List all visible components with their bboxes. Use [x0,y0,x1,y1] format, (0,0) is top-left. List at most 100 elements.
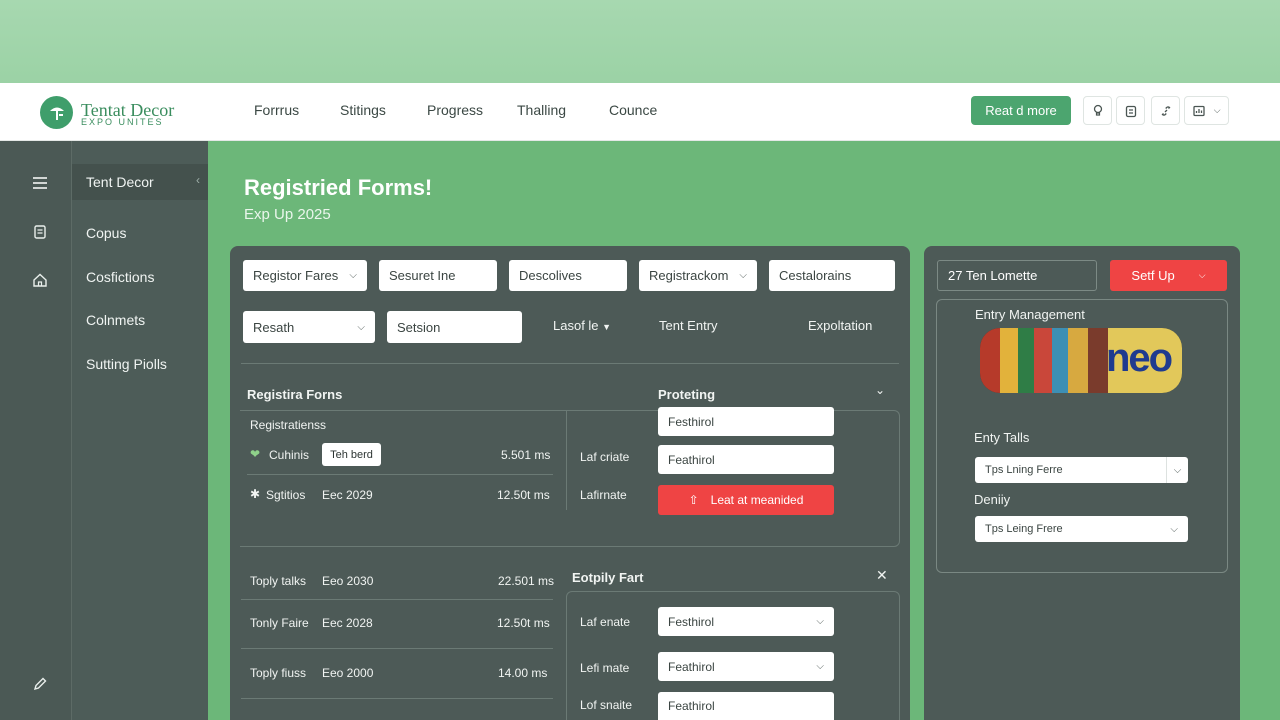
chevron-down-icon: ⌵ [1198,270,1206,280]
lower-row-date: Eeo 2030 [322,574,374,588]
close-icon[interactable]: ✕ [876,567,888,584]
lower-row-value: 14.00 ms [498,666,548,680]
filter-registor-fares[interactable]: Registor Fares ⌵ [243,260,367,291]
edit-icon[interactable] [28,672,52,696]
select-value: Tps Leing Frere [985,523,1063,535]
nav-item-forms[interactable]: Forrrus [254,102,299,118]
input-value: 27 Ten Lomette [948,268,1038,283]
nav-item-progress[interactable]: Progress [427,102,483,118]
bulb-icon[interactable] [1083,96,1112,125]
sidebar-item-copus[interactable]: Copus [86,225,126,241]
nav-item-counce[interactable]: Counce [609,102,657,118]
reg-row-name: Cuhinis [269,448,310,462]
field-label: Lof snaite [580,698,633,712]
nav-item-thalling[interactable]: Thalling [517,102,566,118]
status-badge[interactable]: Teh berd [322,443,381,466]
sidebar-item-colnmets[interactable]: Colnmets [86,312,145,328]
select-value: Feathirol [668,699,715,713]
protecting-input-2[interactable]: Feathirol [658,445,834,474]
chevron-down-icon: ⌵ [1170,523,1178,535]
sort-label: Lasof le [553,318,599,333]
lower-row-value: 12.50t ms [497,616,550,630]
sidebar-item-cosfictions[interactable]: Cosfictions [86,269,154,285]
heart-icon: ❤ [250,447,261,461]
input-value: Festhirol [668,414,715,429]
filter-resath[interactable]: Resath ⌵ [243,311,375,343]
column-expoltation[interactable]: Expoltation [808,318,872,333]
divider [241,363,899,364]
sort-dropdown[interactable]: Lasof le ▼ [553,318,611,333]
filter-cestalorains[interactable]: Cestalorains [769,260,895,291]
registration-section-title: Registira Forns [247,387,343,402]
collapse-chevron-icon[interactable]: ‹ [196,173,200,187]
lower-row-name: Tonly Faire [250,616,309,630]
brand-logo-icon[interactable] [40,96,73,129]
reg-row-date: Eec 2029 [322,488,373,502]
select-value: Tps Lning Ferre [985,464,1063,476]
button-label: Leat at meanided [710,493,804,507]
sidebar: Tent Decor ‹ Copus Cosfictions Colnmets … [72,141,208,720]
upload-icon: ⇧ [688,493,699,507]
chevron-down-icon: ⌵ [349,270,357,281]
lower-row-date: Eec 2028 [322,616,373,630]
chevron-down-icon: ⌵ [816,661,824,672]
top-navbar: Tentat Decor EXPO UNITES Forrrus Stiting… [0,83,1280,141]
link-icon[interactable] [1151,96,1180,125]
page-title: Registried Forms! [244,175,433,200]
column-tent-entry[interactable]: Tent Entry [659,318,718,333]
divider-vertical [566,410,567,510]
density-select[interactable]: Tps Leing Frere ⌵ [975,516,1188,542]
filter-setsion[interactable]: Setsion [387,311,522,343]
field-label: Lafirnate [580,488,627,502]
setup-button[interactable]: Setf Up ⌵ [1110,260,1227,291]
document-icon[interactable] [28,220,52,244]
home-icon[interactable] [28,268,52,292]
field-label: Lefi mate [580,661,630,675]
chevron-down-icon: ⌵ [739,270,747,281]
lower-row-date: Eeo 2000 [322,666,374,680]
nav-item-settings[interactable]: Stitings [340,102,386,118]
chevron-down-icon: ⌵ [1166,457,1188,483]
employ-section-title: Eotpily Fart [572,570,644,585]
chevron-down-icon[interactable]: ⌄ [875,383,885,397]
sidebar-item-label: Tent Decor [86,174,154,190]
gear-icon: ✱ [250,487,261,501]
filter-label: Registrackom [649,268,729,283]
brand-tagline: EXPO UNITES [81,117,164,127]
reg-row-name: Sgtitios [266,488,306,502]
entry-tails-select[interactable]: Tps Lning Ferre ⌵ [975,457,1188,483]
protecting-section-title: Proteting [658,387,716,402]
filter-sesuret-ine[interactable]: Sesuret Ine [379,260,497,291]
button-label: Setf Up [1131,268,1175,283]
read-more-button[interactable]: Reat d more [971,96,1071,125]
location-input[interactable]: 27 Ten Lomette [937,260,1097,291]
chevron-down-icon: ⌵ [816,616,824,627]
image-overlay-text: neo [1106,336,1173,380]
sidebar-item-sutting-piolls[interactable]: Sutting Piolls [86,356,167,372]
select-value: Festhirol [668,614,715,629]
entry-management-title: Entry Management [975,307,1085,322]
filter-label: Resath [253,319,295,335]
filter-registrackom[interactable]: Registrackom ⌵ [639,260,757,291]
protecting-input-1[interactable]: Festhirol [658,407,834,436]
lower-row-name: Toply fiuss [250,666,307,680]
top-backdrop [0,0,1280,83]
employ-select-1[interactable]: Festhirol ⌵ [658,607,834,636]
input-value: Feathirol [668,452,715,467]
menu-icon[interactable] [28,171,52,195]
filter-descolives[interactable]: Descolives [509,260,627,291]
employ-select-3[interactable]: Feathirol [658,692,834,720]
density-label: Deniiy [974,492,1011,507]
row-divider [241,698,553,699]
lower-row-value: 22.501 ms [498,574,555,588]
sidebar-item-active[interactable]: Tent Decor ‹ [72,164,208,200]
employ-select-2[interactable]: Feathirol ⌵ [658,652,834,681]
icon-rail [0,141,72,720]
registrations-subheading: Registratienss [250,418,327,432]
chart-menu-icon[interactable]: ⌵ [1184,96,1229,125]
filter-label: Registor Fares [253,268,339,283]
lead-managed-button[interactable]: ⇧ Leat at meanided [658,485,834,515]
field-label: Laf enate [580,615,631,629]
lower-row-name: Toply talks [250,574,307,588]
clipboard-icon[interactable] [1116,96,1145,125]
